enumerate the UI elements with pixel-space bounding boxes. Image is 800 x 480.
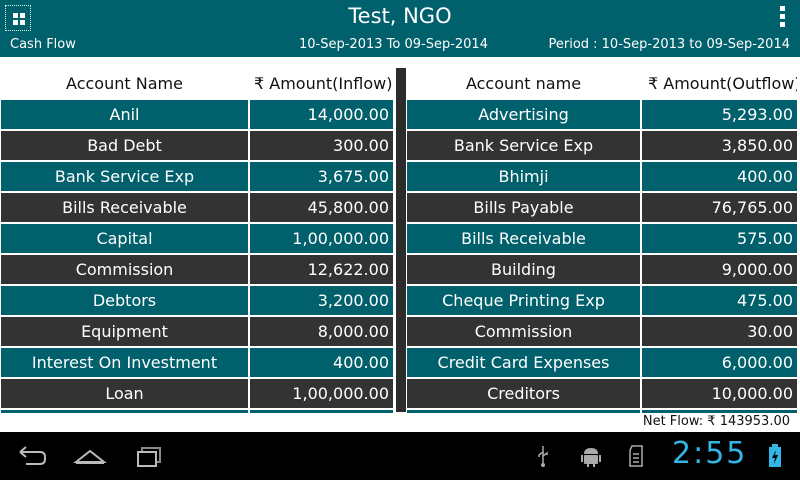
account-name: Advertising bbox=[407, 100, 640, 129]
report-name: Cash Flow bbox=[10, 37, 76, 52]
amount: 575.00 bbox=[642, 224, 797, 253]
amount: 30.00 bbox=[642, 317, 797, 346]
inflow-table: Account Name ₹ Amount(Inflow) Anil 14,00… bbox=[0, 68, 396, 413]
account-name: Creditors bbox=[407, 379, 640, 408]
amount: 10,000.00 bbox=[642, 379, 797, 408]
account-name: Credit Card Expenses bbox=[407, 348, 640, 377]
table-row-partial bbox=[406, 409, 800, 413]
table-row-partial bbox=[0, 409, 396, 413]
amount: 6,000.00 bbox=[642, 348, 797, 377]
table-row[interactable]: Bills Receivable 575.00 bbox=[406, 223, 800, 254]
table-row[interactable]: Advertising 5,293.00 bbox=[406, 99, 800, 130]
net-flow-total: Net Flow: ₹ 143953.00 bbox=[642, 414, 790, 429]
sd-card-icon bbox=[628, 444, 644, 472]
row-cutoff bbox=[407, 410, 640, 413]
amount: 9,000.00 bbox=[642, 255, 797, 284]
row-cutoff bbox=[1, 410, 248, 413]
page-title: Test, NGO bbox=[348, 4, 452, 28]
account-name: Bills Receivable bbox=[407, 224, 640, 253]
amount: 3,200.00 bbox=[250, 286, 393, 315]
table-row[interactable]: Bank Service Exp 3,675.00 bbox=[0, 161, 396, 192]
account-name: Bad Debt bbox=[1, 131, 248, 160]
amount: 300.00 bbox=[250, 131, 393, 160]
table-row[interactable]: Cheque Printing Exp 475.00 bbox=[406, 285, 800, 316]
table-row[interactable]: Commission 30.00 bbox=[406, 316, 800, 347]
column-header-account-name: Account Name bbox=[1, 69, 248, 98]
account-name: Building bbox=[407, 255, 640, 284]
amount: 1,00,000.00 bbox=[250, 379, 393, 408]
column-header-amount-outflow: ₹ Amount(Outflow) bbox=[642, 69, 797, 98]
table-row[interactable]: Capital 1,00,000.00 bbox=[0, 223, 396, 254]
battery-charging-icon bbox=[768, 444, 782, 472]
table-header: Account name ₹ Amount(Outflow) bbox=[406, 68, 800, 99]
account-name: Commission bbox=[407, 317, 640, 346]
account-name: Debtors bbox=[1, 286, 248, 315]
amount: 1,00,000.00 bbox=[250, 224, 393, 253]
table-row[interactable]: Bills Payable 76,765.00 bbox=[406, 192, 800, 223]
account-name: Bills Payable bbox=[407, 193, 640, 222]
table-row[interactable]: Bills Receivable 45,800.00 bbox=[0, 192, 396, 223]
table-row[interactable]: Interest On Investment 400.00 bbox=[0, 347, 396, 378]
account-name: Cheque Printing Exp bbox=[407, 286, 640, 315]
recent-apps-icon[interactable] bbox=[130, 442, 170, 470]
table-row[interactable]: Debtors 3,200.00 bbox=[0, 285, 396, 316]
column-header-amount-inflow: ₹ Amount(Inflow) bbox=[250, 69, 393, 98]
amount: 475.00 bbox=[642, 286, 797, 315]
account-name: Bank Service Exp bbox=[1, 162, 248, 191]
table-row[interactable]: Bad Debt 300.00 bbox=[0, 130, 396, 161]
account-name: Bills Receivable bbox=[1, 193, 248, 222]
row-cutoff bbox=[642, 410, 797, 413]
table-row[interactable]: Credit Card Expenses 6,000.00 bbox=[406, 347, 800, 378]
table-row[interactable]: Equipment 8,000.00 bbox=[0, 316, 396, 347]
account-name: Interest On Investment bbox=[1, 348, 248, 377]
home-icon[interactable] bbox=[70, 442, 110, 470]
amount: 14,000.00 bbox=[250, 100, 393, 129]
account-name: Bhimji bbox=[407, 162, 640, 191]
table-header: Account Name ₹ Amount(Inflow) bbox=[0, 68, 396, 99]
overflow-menu-icon[interactable] bbox=[780, 6, 786, 30]
column-header-account-name: Account name bbox=[407, 69, 640, 98]
amount: 400.00 bbox=[642, 162, 797, 191]
usb-icon bbox=[536, 444, 550, 472]
app-header: Test, NGO Cash Flow 10-Sep-2013 To 09-Se… bbox=[0, 0, 800, 57]
account-name: Loan bbox=[1, 379, 248, 408]
table-row[interactable]: Loan 1,00,000.00 bbox=[0, 378, 396, 409]
account-name: Commission bbox=[1, 255, 248, 284]
amount: 8,000.00 bbox=[250, 317, 393, 346]
amount: 45,800.00 bbox=[250, 193, 393, 222]
account-name: Bank Service Exp bbox=[407, 131, 640, 160]
table-row[interactable]: Commission 12,622.00 bbox=[0, 254, 396, 285]
table-row[interactable]: Anil 14,000.00 bbox=[0, 99, 396, 130]
amount: 12,622.00 bbox=[250, 255, 393, 284]
table-row[interactable]: Building 9,000.00 bbox=[406, 254, 800, 285]
date-range: 10-Sep-2013 To 09-Sep-2014 bbox=[299, 37, 488, 52]
back-icon[interactable] bbox=[12, 442, 52, 470]
amount: 400.00 bbox=[250, 348, 393, 377]
amount: 76,765.00 bbox=[642, 193, 797, 222]
account-name: Equipment bbox=[1, 317, 248, 346]
amount: 5,293.00 bbox=[642, 100, 797, 129]
system-nav-bar: 2:55 bbox=[0, 432, 800, 480]
account-name: Capital bbox=[1, 224, 248, 253]
android-debug-icon bbox=[580, 444, 602, 472]
period-label: Period : 10-Sep-2013 to 09-Sep-2014 bbox=[548, 37, 790, 52]
amount: 3,675.00 bbox=[250, 162, 393, 191]
table-row[interactable]: Creditors 10,000.00 bbox=[406, 378, 800, 409]
table-divider bbox=[396, 68, 406, 412]
outflow-table: Account name ₹ Amount(Outflow) Advertisi… bbox=[406, 68, 800, 413]
status-clock: 2:55 bbox=[672, 436, 748, 471]
table-row[interactable]: Bhimji 400.00 bbox=[406, 161, 800, 192]
account-name: Anil bbox=[1, 100, 248, 129]
amount: 3,850.00 bbox=[642, 131, 797, 160]
row-cutoff bbox=[250, 410, 393, 413]
table-row[interactable]: Bank Service Exp 3,850.00 bbox=[406, 130, 800, 161]
